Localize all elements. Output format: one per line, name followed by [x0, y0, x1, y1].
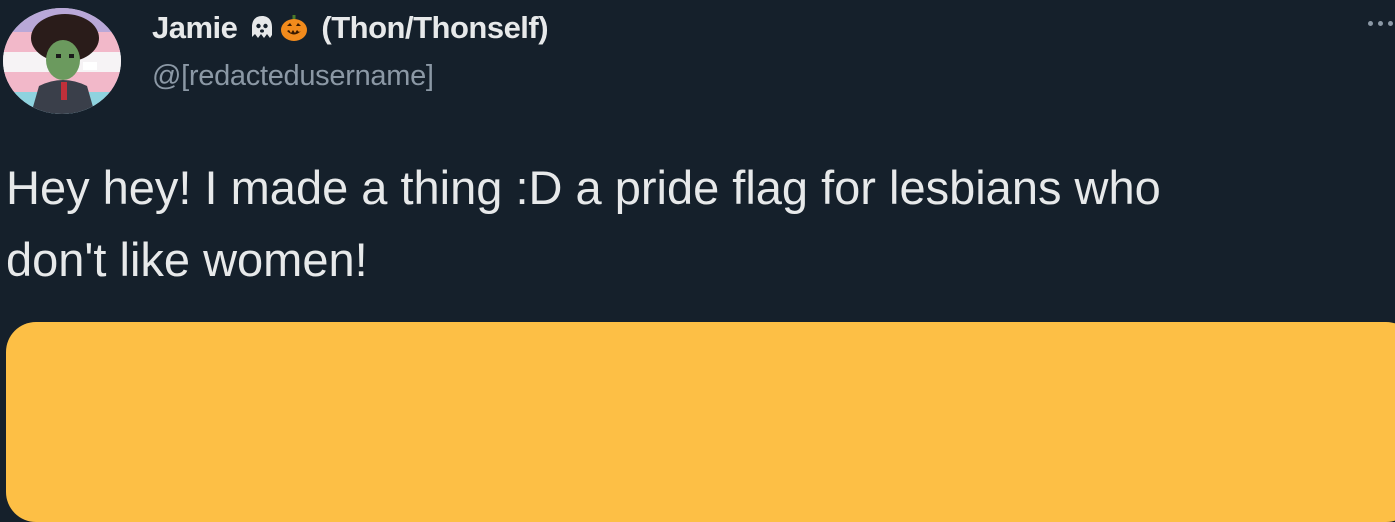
- tweet: Jamie (Thon/Thonself) @[redactedusername…: [0, 0, 1395, 522]
- more-options-button[interactable]: [1353, 8, 1393, 38]
- ghost-icon: [247, 13, 277, 43]
- more-options-icon: [1368, 20, 1393, 26]
- tweet-media-image[interactable]: [6, 322, 1395, 522]
- author-name-line[interactable]: Jamie (Thon/Thonself): [152, 8, 549, 48]
- jack-o-lantern-icon: [279, 13, 309, 43]
- avatar[interactable]: [3, 8, 121, 114]
- avatar-image: [3, 8, 121, 114]
- tweet-text: Hey hey! I made a thing :D a pride flag …: [6, 161, 1161, 286]
- display-name[interactable]: Jamie: [152, 10, 238, 46]
- author-pronouns: (Thon/Thonself): [321, 10, 549, 45]
- tweet-header: Jamie (Thon/Thonself) @[redactedusername…: [152, 8, 549, 93]
- author-handle[interactable]: @[redactedusername]: [152, 60, 548, 93]
